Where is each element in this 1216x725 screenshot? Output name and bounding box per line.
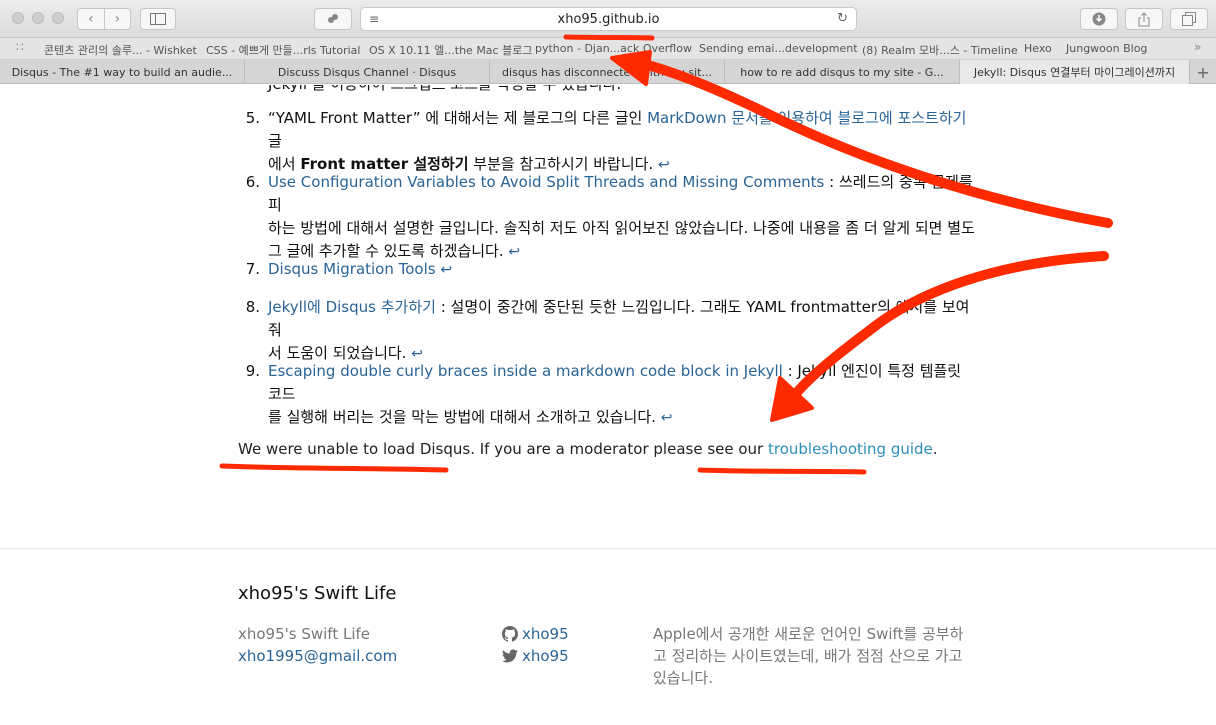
footnote-number: 9. xyxy=(245,362,260,380)
footnote-number: 6. xyxy=(245,173,260,191)
history-nav: ‹ › xyxy=(77,8,131,30)
footer-description: Apple에서 공개한 새로운 언어인 Swift를 공부하고 정리하는 사이트… xyxy=(653,625,964,687)
chevron-left-icon[interactable]: ‹ xyxy=(78,9,105,29)
zoom-window-button[interactable] xyxy=(52,12,64,24)
site-footer: xho95's Swift Life xho95's Swift Life xh… xyxy=(0,548,1216,725)
footnote-link[interactable]: Escaping double curly braces inside a ma… xyxy=(268,362,783,380)
footer-email-link[interactable]: xho1995@gmail.com xyxy=(238,647,397,665)
footnote-cutoff-line: Jekyll 을 이용하여 스크립트 코드를 작성할 수 있습니다. xyxy=(268,85,621,94)
tab-re-add-disqus[interactable]: how to re add disqus to my site - G... xyxy=(725,60,960,84)
reload-icon[interactable]: ↻ xyxy=(837,11,848,26)
footnote-text: “YAML Front Matter” 에 대해서는 제 블로그의 다른 글인 xyxy=(268,109,648,127)
browser-toolbar: ‹ › ≡ xho95.github.io ↻ xyxy=(0,0,1216,38)
footnote-link[interactable]: Use Configuration Variables to Avoid Spl… xyxy=(268,173,824,191)
more-bookmarks-icon[interactable]: » xyxy=(1194,40,1201,54)
tab-jekyll-disqus[interactable]: Jekyll: Disqus 연결부터 마이그레이션까지 xyxy=(960,60,1190,84)
bookmark-item[interactable]: 콘텐츠 관리의 솔루... - Wishket xyxy=(44,42,197,58)
footnote-number: 5. xyxy=(245,109,260,127)
footnote-link[interactable]: Disqus Migration Tools xyxy=(268,260,436,278)
footnote-text: 글 xyxy=(268,132,282,150)
tabs-icon[interactable] xyxy=(1170,8,1208,30)
disqus-error-message: We were unable to load Disqus. If you ar… xyxy=(238,440,938,458)
footnote-text: 하는 방법에 대해서 설명한 글입니다. 솔직히 저도 아직 읽어보진 않았습니… xyxy=(268,219,975,237)
cloud-tabs-icon[interactable] xyxy=(314,8,352,30)
footer-title: xho95's Swift Life xyxy=(238,583,397,604)
bookmarks-bar: ∷ 콘텐츠 관리의 솔루... - Wishket CSS - 예쁘게 만들..… xyxy=(0,38,1216,60)
share-icon[interactable] xyxy=(1125,8,1163,30)
twitter-icon xyxy=(502,649,518,663)
bookmark-item[interactable]: (8) Realm 모바...스 - Timeline xyxy=(862,42,1018,58)
page-content: Jekyll 을 이용하여 스크립트 코드를 작성할 수 있습니다. 5. “Y… xyxy=(0,85,1216,725)
bookmark-item[interactable]: Sending emai...development xyxy=(699,42,858,55)
bookmark-item[interactable]: CSS - 예쁘게 만들...rls Tutorial xyxy=(206,42,360,58)
disqus-error-period: . xyxy=(932,440,938,458)
sidebar-icon[interactable] xyxy=(140,8,176,30)
twitter-link[interactable]: xho95 xyxy=(522,645,569,667)
minimize-window-button[interactable] xyxy=(32,12,44,24)
footer-social: xho95 xho95 xyxy=(502,623,569,667)
download-icon[interactable] xyxy=(1080,8,1118,30)
bookmark-item[interactable]: python - Djan...ack Overflow xyxy=(535,42,692,55)
footnote-link[interactable]: Jekyll에 Disqus 추가하기 xyxy=(268,298,436,316)
footer-site-name: xho95's Swift Life xyxy=(238,625,371,643)
footnote-number: 8. xyxy=(245,298,260,316)
disqus-error-text: We were unable to load Disqus. If you ar… xyxy=(238,440,768,458)
bookmark-item[interactable]: OS X 10.11 엘...the Mac 블로그 xyxy=(369,42,532,58)
tab-disqus-home[interactable]: Disqus - The #1 way to build an audie... xyxy=(0,60,245,84)
grid-icon[interactable]: ∷ xyxy=(16,40,24,54)
footnote-text: 를 실행해 버리는 것을 막는 방법에 대해서 소개하고 있습니다. xyxy=(268,408,661,426)
footer-contact: xho95's Swift Life xho1995@gmail.com xyxy=(238,623,397,667)
footnote-number: 7. xyxy=(245,260,260,278)
close-window-button[interactable] xyxy=(12,12,24,24)
new-tab-icon[interactable]: + xyxy=(1190,60,1216,84)
footnote-backlink-icon[interactable]: ↩ xyxy=(440,262,452,278)
github-icon xyxy=(502,626,518,642)
troubleshooting-guide-link[interactable]: troubleshooting guide xyxy=(768,440,933,458)
tab-disqus-disconnected[interactable]: disqus has disconnected with my sit... xyxy=(490,60,725,84)
chevron-right-icon[interactable]: › xyxy=(105,9,131,29)
url-text: xho95.github.io xyxy=(557,12,660,27)
footnote-backlink-icon[interactable]: ↩ xyxy=(661,410,673,426)
tab-bar: Disqus - The #1 way to build an audie...… xyxy=(0,60,1216,84)
footnote-link[interactable]: MarkDown 문서를 이용하여 블로그에 포스트하기 xyxy=(647,109,966,127)
github-link[interactable]: xho95 xyxy=(522,623,569,645)
address-bar[interactable]: ≡ xho95.github.io ↻ xyxy=(360,7,857,31)
tab-discuss-disqus[interactable]: Discuss Disqus Channel · Disqus xyxy=(245,60,490,84)
bookmark-item[interactable]: Jungwoon Blog xyxy=(1066,42,1147,55)
bookmark-item[interactable]: Hexo xyxy=(1024,42,1052,55)
